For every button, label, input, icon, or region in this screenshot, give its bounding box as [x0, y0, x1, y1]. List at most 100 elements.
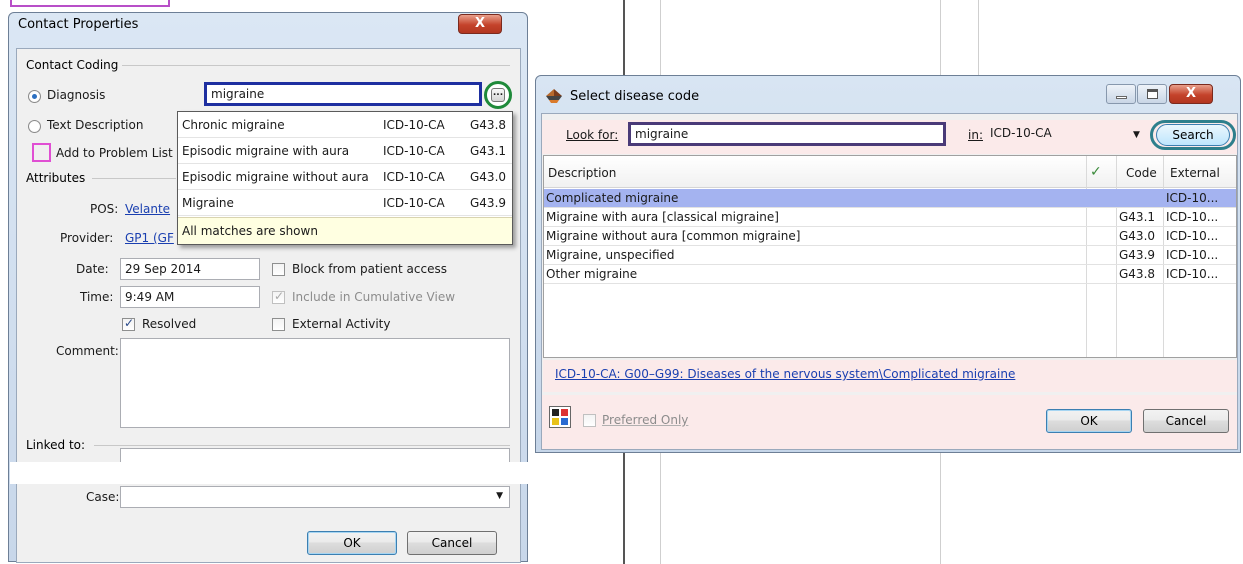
suggestion-system: ICD-10-CA — [383, 118, 445, 132]
diagnosis-suggestions: Chronic migraine ICD-10-CA G43.8 Episodi… — [177, 111, 513, 245]
row-external: ICD-10... — [1166, 210, 1219, 224]
row-description: Other migraine — [546, 267, 638, 281]
provider-label: Provider: — [60, 231, 114, 245]
case-select[interactable]: ▼ — [120, 486, 510, 508]
table-row[interactable]: Complicated migraine ICD-10... — [544, 189, 1236, 208]
dropdown-arrow-icon: ▼ — [1133, 130, 1140, 140]
cumulative-view-checkbox[interactable] — [272, 289, 285, 304]
screenshot-break — [10, 462, 530, 484]
diagnosis-label: Diagnosis — [47, 88, 106, 102]
row-description: Migraine, unspecified — [546, 248, 675, 262]
hierarchy-path-link[interactable]: ICD-10-CA: G00–G99: Diseases of the nerv… — [555, 367, 1015, 381]
app-icon — [545, 88, 563, 104]
suggestion-name: Episodic migraine without aura — [182, 170, 369, 184]
table-row[interactable]: Other migraine G43.8 ICD-10... — [544, 265, 1236, 284]
block-access-checkbox[interactable] — [272, 263, 285, 276]
resolved-checkbox[interactable] — [122, 316, 135, 331]
ellipsis-icon: ... — [491, 88, 505, 102]
suggestion-footer: All matches are shown — [178, 217, 512, 244]
add-problem-list-label: Add to Problem List — [56, 146, 173, 160]
column-external[interactable]: External — [1170, 166, 1220, 180]
search-button[interactable]: Search — [1156, 124, 1230, 146]
table-row[interactable]: Migraine without aura [common migraine] … — [544, 227, 1236, 246]
column-code[interactable]: Code — [1126, 166, 1157, 180]
suggestion-name: Chronic migraine — [182, 118, 285, 132]
row-external: ICD-10... — [1166, 229, 1219, 243]
dropdown-arrow-icon: ▼ — [496, 491, 503, 501]
cumulative-view-label: Include in Cumulative View — [292, 290, 456, 304]
minimize-button[interactable] — [1106, 84, 1136, 104]
provider-link[interactable]: GP1 (GF — [125, 231, 177, 245]
suggestion-system: ICD-10-CA — [383, 170, 445, 184]
diagnosis-radio[interactable] — [28, 90, 41, 103]
resolved-label: Resolved — [142, 317, 197, 331]
suggestion-code: G43.1 — [470, 144, 507, 158]
maximize-button[interactable] — [1137, 84, 1167, 104]
block-access-label: Block from patient access — [292, 262, 447, 276]
all-matches-text: All matches are shown — [182, 224, 318, 238]
row-external: ICD-10... — [1166, 267, 1219, 281]
suggestion-system: ICD-10-CA — [383, 196, 445, 210]
ok-button[interactable]: OK — [307, 531, 397, 555]
grid-header: Description ✓ Code External — [544, 156, 1236, 188]
row-code: G43.8 — [1119, 267, 1156, 281]
highlight-frame-top — [10, 0, 170, 7]
diagnosis-input[interactable]: migraine — [204, 82, 482, 106]
preferred-only-label: Preferred Only — [602, 413, 689, 427]
browse-button[interactable]: ... — [484, 81, 512, 109]
suggestion-item[interactable]: Migraine ICD-10-CA G43.9 — [178, 190, 512, 216]
group-divider — [92, 178, 176, 179]
row-description: Complicated migraine — [546, 191, 679, 205]
row-external: ICD-10... — [1166, 248, 1219, 262]
suggestion-name: Episodic migraine with aura — [182, 144, 350, 158]
background-divider-far — [978, 0, 979, 75]
add-problem-list-checkbox[interactable] — [32, 143, 51, 162]
pos-link[interactable]: Velante — [125, 202, 177, 216]
suggestion-item[interactable]: Episodic migraine with aura ICD-10-CA G4… — [178, 138, 512, 164]
suggestion-code: G43.9 — [470, 196, 507, 210]
ok-button[interactable]: OK — [1046, 409, 1132, 433]
suggestion-system: ICD-10-CA — [383, 144, 445, 158]
contact-coding-label: Contact Coding — [26, 58, 123, 72]
minimize-icon — [1116, 96, 1127, 99]
cancel-button[interactable]: Cancel — [407, 531, 497, 555]
maximize-icon — [1147, 89, 1158, 99]
window-title: Select disease code — [570, 89, 700, 104]
comment-textarea[interactable] — [120, 338, 510, 428]
time-field[interactable]: 9:49 AM — [120, 286, 260, 308]
in-label: in: — [968, 128, 983, 142]
suggestion-code: G43.8 — [470, 118, 507, 132]
look-for-input[interactable]: migraine — [628, 122, 946, 146]
table-row[interactable]: Migraine, unspecified G43.9 ICD-10... — [544, 246, 1236, 265]
suggestion-code: G43.0 — [470, 170, 507, 184]
group-divider — [94, 445, 510, 446]
code-system-select[interactable]: ICD-10-CA — [986, 123, 1126, 145]
results-grid: Description ✓ Code External Complicated … — [543, 155, 1237, 358]
group-divider — [120, 65, 510, 66]
pos-label: POS: — [90, 202, 119, 216]
row-description: Migraine without aura [common migraine] — [546, 229, 801, 243]
table-row[interactable]: Migraine with aura [classical migraine] … — [544, 208, 1236, 227]
suggestion-item[interactable]: Chronic migraine ICD-10-CA G43.8 — [178, 112, 512, 138]
external-activity-checkbox[interactable] — [272, 318, 285, 331]
external-activity-label: External Activity — [292, 317, 391, 331]
row-external: ICD-10... — [1166, 191, 1219, 205]
column-description[interactable]: Description — [548, 166, 616, 180]
text-description-label: Text Description — [47, 118, 144, 132]
close-button[interactable]: X — [1169, 84, 1213, 104]
column-check-icon[interactable]: ✓ — [1090, 164, 1102, 180]
attributes-label: Attributes — [26, 171, 90, 185]
preferred-only-checkbox[interactable] — [583, 414, 596, 427]
look-for-label: Look for: — [566, 128, 619, 142]
text-description-radio[interactable] — [28, 120, 41, 133]
row-code: G43.0 — [1119, 229, 1156, 243]
suggestion-item[interactable]: Episodic migraine without aura ICD-10-CA… — [178, 164, 512, 190]
hierarchy-path-bar: ICD-10-CA: G00–G99: Diseases of the nerv… — [543, 360, 1237, 392]
suggestion-name: Migraine — [182, 196, 234, 210]
comment-label: Comment: — [56, 344, 119, 358]
cancel-button[interactable]: Cancel — [1143, 409, 1229, 433]
case-label: Case: — [86, 490, 120, 504]
close-button[interactable]: X — [458, 14, 502, 34]
palette-icon[interactable] — [549, 406, 571, 428]
date-field[interactable]: 29 Sep 2014 — [120, 258, 260, 280]
